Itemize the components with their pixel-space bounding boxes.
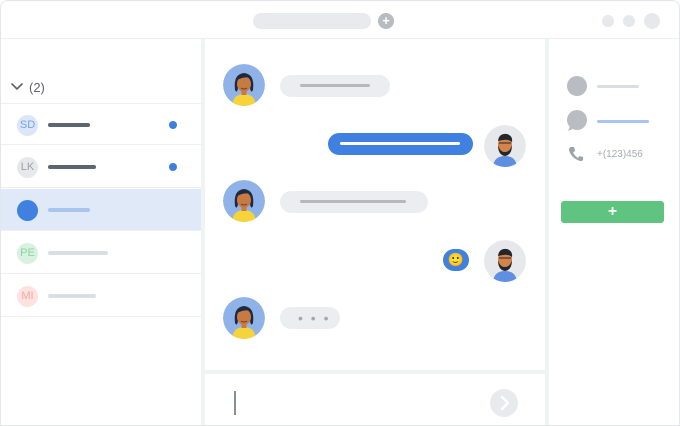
chevron-right-icon xyxy=(500,395,510,411)
avatar: LK xyxy=(17,157,38,178)
avatar xyxy=(223,297,265,339)
phone-icon xyxy=(568,147,583,162)
unread-dot xyxy=(169,163,177,171)
avatar xyxy=(17,200,38,221)
detail-name-line xyxy=(597,84,639,88)
contact-list-item[interactable]: PE xyxy=(1,232,201,274)
unread-dot xyxy=(169,121,177,129)
phone-number: +(123)456 xyxy=(597,148,643,160)
add-button[interactable]: + xyxy=(561,201,664,223)
chat-app-window: + (2) SD LK PE MI 🙂 • • • +(123)456 + xyxy=(0,0,680,426)
message-bubble xyxy=(280,75,390,97)
typing-indicator: • • • xyxy=(280,307,340,329)
plus-icon[interactable]: + xyxy=(378,13,394,29)
avatar: MI xyxy=(17,286,38,307)
chat-bubble-icon xyxy=(567,110,587,131)
contact-name-line xyxy=(48,251,108,255)
chevron-down-icon xyxy=(11,82,23,92)
conversation-panel: 🙂 • • • xyxy=(205,39,545,425)
avatar: PE xyxy=(17,243,38,264)
detail-row xyxy=(567,110,649,132)
contact-details-panel: +(123)456 + xyxy=(549,39,679,425)
avatar xyxy=(223,64,265,106)
avatar: SD xyxy=(17,115,38,136)
window-dot-icon[interactable] xyxy=(644,13,660,29)
contact-group-toggle[interactable]: (2) xyxy=(11,79,45,95)
contact-list-item[interactable]: LK xyxy=(1,146,201,188)
contact-name-line xyxy=(48,208,90,212)
avatar xyxy=(223,180,265,222)
contact-list-item[interactable]: SD xyxy=(1,103,201,145)
detail-chat-line xyxy=(597,119,649,123)
smile-emoji: 🙂 xyxy=(447,252,465,267)
message-bubble xyxy=(280,191,428,213)
text-cursor xyxy=(234,391,236,415)
contact-list-item[interactable]: MI xyxy=(1,275,201,317)
message-bubble xyxy=(328,133,473,155)
typing-dots: • • • xyxy=(298,310,331,326)
phone-row[interactable]: +(123)456 xyxy=(567,146,643,162)
detail-row xyxy=(567,76,639,96)
message-composer[interactable] xyxy=(205,370,545,425)
contact-list-item[interactable] xyxy=(1,189,201,231)
contact-group-label: (2) xyxy=(29,79,45,95)
avatar xyxy=(484,125,526,167)
emoji-message-bubble: 🙂 xyxy=(443,249,469,271)
address-bar[interactable] xyxy=(253,13,371,29)
avatar xyxy=(484,240,526,282)
contact-name-line xyxy=(48,123,90,127)
contact-name-line xyxy=(48,165,96,169)
avatar xyxy=(567,76,587,96)
title-bar: + xyxy=(1,1,679,39)
window-dot-icon[interactable] xyxy=(623,15,635,27)
contact-name-line xyxy=(48,294,96,298)
send-button[interactable] xyxy=(490,389,518,417)
window-dot-icon[interactable] xyxy=(602,15,614,27)
contacts-sidebar: (2) SD LK PE MI xyxy=(1,39,201,425)
